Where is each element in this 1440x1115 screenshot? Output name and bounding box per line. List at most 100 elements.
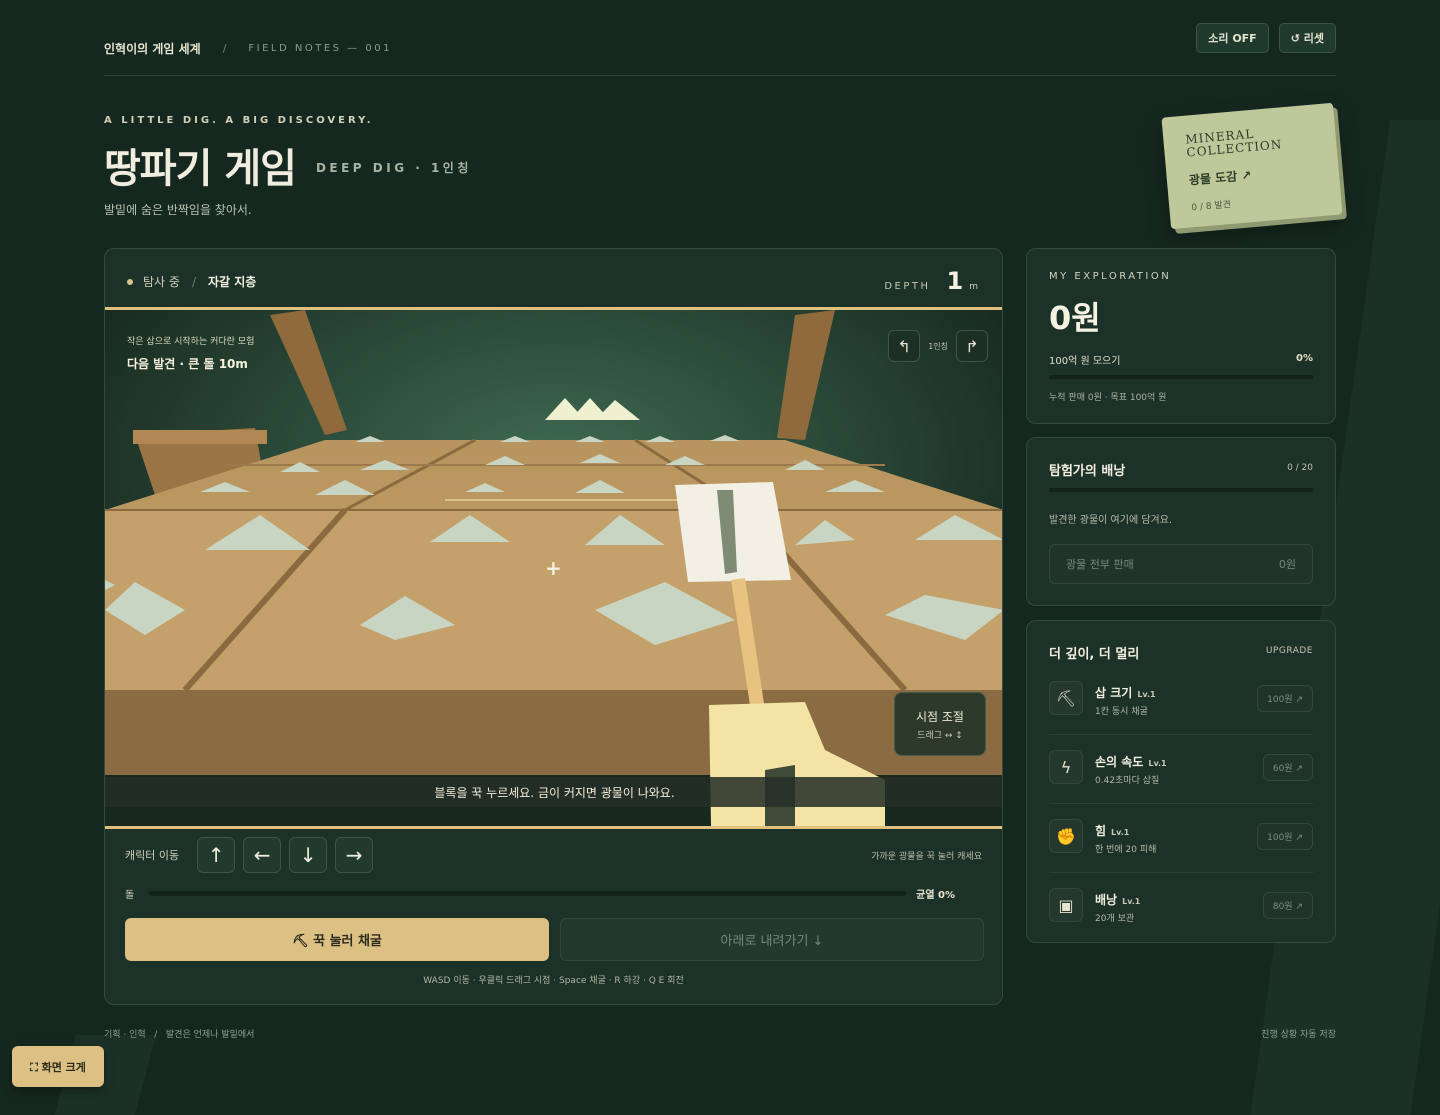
crack-progress: 돌 균열 0% <box>125 885 955 901</box>
sell-all-value: 0원 <box>1278 558 1296 571</box>
footer-credits: 기획 · 인혁 / 발견은 언제나 발밑에서 <box>104 1030 255 1040</box>
mineral-card-title: MINERAL COLLECTION <box>1185 123 1315 160</box>
movement-controls: 캐릭터 이동 ↑ ← ↓ → 가까운 광물을 꾹 눌러 캐세요 <box>125 836 982 874</box>
rotate-right-icon: ↱ <box>965 336 979 356</box>
breadcrumb-separator: / <box>222 42 227 55</box>
block-type-label: 돌 <box>125 889 135 901</box>
sound-toggle-button[interactable]: 소리 OFF <box>1196 23 1269 53</box>
mineral-card-count: 0 / 8 발견 <box>1191 200 1232 214</box>
upgrades-title: 더 깊이, 더 멀리 <box>1049 647 1140 662</box>
crate-lid <box>133 430 267 444</box>
move-hint: 가까운 광물을 꾹 눌러 캐세요 <box>871 851 982 862</box>
upgrade-description: 0.42초마다 삽질 <box>1095 776 1160 786</box>
rotate-left-button[interactable]: ↰ <box>888 330 921 362</box>
status-dot-icon <box>127 278 133 285</box>
backpack-icon: ▣ <box>1049 888 1083 922</box>
sell-all-label: 광물 전부 판매 <box>1066 558 1134 571</box>
move-right-button[interactable]: → <box>335 837 374 873</box>
move-label: 캐릭터 이동 <box>125 849 180 862</box>
upgrade-name: 배낭 Lv.1 <box>1095 891 1140 908</box>
upgrades-tag: UPGRADE <box>1265 646 1313 656</box>
view-adjust-title: 시점 조절 <box>916 709 964 724</box>
backpack-count: 0 / 20 <box>1287 463 1313 473</box>
upgrade-name: 삽 크기 Lv.1 <box>1095 684 1156 701</box>
title-row: 땅파기 게임 DEEP DIG · 1인칭 <box>104 136 472 194</box>
money-value: 0원 <box>1049 299 1101 337</box>
pickaxe-icon: ⛏ <box>1049 681 1083 715</box>
view-mode-label: 1인칭 <box>928 341 948 351</box>
viewport-divider <box>105 826 1002 829</box>
upgrade-level: Lv.1 <box>1122 897 1141 906</box>
move-left-button[interactable]: ← <box>243 837 282 873</box>
upgrade-level: Lv.1 <box>1111 828 1130 837</box>
upgrade-level: Lv.1 <box>1148 759 1167 768</box>
viewport-intro: 작은 삽으로 시작하는 커다란 모험 <box>127 337 255 347</box>
game-viewport[interactable]: 작은 삽으로 시작하는 커다란 모험 다음 발견 · 큰 돌 10m ↰ 1인칭… <box>105 310 1002 826</box>
upgrades-card: 더 깊이, 더 멀리 UPGRADE ⛏ 삽 크기 Lv.1 1칸 동시 채굴 1… <box>1026 620 1336 943</box>
keyboard-hint: WASD 이동 · 우클릭 드래그 시점 · Space 채굴 · R 하강 ·… <box>423 976 684 986</box>
dig-button[interactable]: ⛏ 꾹 눌러 채굴 <box>125 918 549 961</box>
brand-title[interactable]: 인혁이의 게임 세계 <box>104 40 201 57</box>
viewport-info: 작은 삽으로 시작하는 커다란 모험 다음 발견 · 큰 돌 10m <box>127 334 254 372</box>
upgrade-item-power: ✊ 힘 Lv.1 한 번에 20 피해 100원 ↗ <box>1049 804 1313 873</box>
upgrade-name: 힘 Lv.1 <box>1095 822 1129 839</box>
crosshair-icon: + <box>545 556 562 580</box>
crack-progress-bar <box>149 890 907 896</box>
descend-button[interactable]: 아래로 내려가기 ↓ <box>560 918 984 961</box>
exploration-card: MY EXPLORATION 0원 100억 원 모으기 0% 누적 판매 0원… <box>1026 248 1336 424</box>
backpack-description: 발견한 광물이 여기에 담겨요. <box>1049 515 1173 526</box>
mineral-card-link[interactable]: 광물 도감 ↗ <box>1188 160 1317 188</box>
rotate-right-button[interactable]: ↱ <box>956 330 988 362</box>
upgrade-name-text: 손의 속도 <box>1095 755 1144 769</box>
status-layer: 자갈 지층 <box>207 275 257 289</box>
rotate-controls: ↰ 1인칭 ↱ <box>888 330 988 362</box>
move-up-button[interactable]: ↑ <box>197 837 236 873</box>
top-bar: 인혁이의 게임 세계 / FIELD NOTES — 001 소리 OFF ↺ … <box>104 22 1336 76</box>
view-adjust-handle[interactable]: 시점 조절 드래그 ↔ ↕ <box>894 692 986 756</box>
upgrade-name: 손의 속도 Lv.1 <box>1095 753 1167 770</box>
upgrade-name-text: 힘 <box>1095 824 1107 838</box>
money-progress-bar <box>1049 375 1313 379</box>
fullscreen-button[interactable]: ⛶ 화면 크게 <box>12 1046 104 1087</box>
upgrade-description: 한 번에 20 피해 <box>1095 845 1157 855</box>
depth-unit: m <box>969 282 978 292</box>
tagline: A LITTLE DIG. A BIG DISCOVERY. <box>104 115 374 126</box>
upgrade-buy-button[interactable]: 80원 ↗ <box>1262 892 1313 919</box>
top-actions: 소리 OFF ↺ 리셋 <box>1196 23 1336 53</box>
upgrade-description: 1칸 동시 채굴 <box>1095 707 1148 717</box>
upgrade-item-shovel: ⛏ 삽 크기 Lv.1 1칸 동시 채굴 100원 ↗ <box>1049 666 1313 735</box>
fist-icon: ✊ <box>1049 819 1083 853</box>
page-subtitle: DEEP DIG · 1인칭 <box>315 161 472 175</box>
upgrade-name-text: 삽 크기 <box>1095 686 1133 700</box>
mineral-collection-card[interactable]: MINERAL COLLECTION 광물 도감 ↗ 0 / 8 발견 <box>1161 102 1343 230</box>
upgrade-name-text: 배낭 <box>1095 893 1118 907</box>
backpack-progress-bar <box>1049 488 1313 492</box>
backpack-title: 탐험가의 배낭 <box>1049 464 1126 479</box>
page-description: 발밑에 숨은 반짝임을 찾아서. <box>104 203 252 217</box>
dig-hint-bar: 블록을 꾹 누르세요. 금이 커지면 광물이 나와요. <box>105 777 1002 807</box>
money-goal-percent: 0% <box>1296 353 1313 364</box>
upgrade-buy-button[interactable]: 100원 ↗ <box>1257 823 1313 850</box>
view-adjust-hint: 드래그 ↔ ↕ <box>917 730 963 741</box>
game-panel: 탐사 중 / 자갈 지층 DEPTH 1 m 작은 삽으로 시작하는 커다란 모… <box>104 248 1003 1005</box>
game-header: 탐사 중 / 자갈 지층 DEPTH 1 m <box>105 249 1002 310</box>
move-down-button[interactable]: ↓ <box>289 837 328 873</box>
status-exploring: 탐사 중 <box>143 275 180 289</box>
sell-all-button[interactable]: 광물 전부 판매 0원 <box>1049 544 1313 584</box>
crack-percent: 균열 0% <box>916 889 955 901</box>
page-title: 땅파기 게임 <box>104 146 297 192</box>
reset-button[interactable]: ↺ 리셋 <box>1278 23 1336 53</box>
field-notes-label: FIELD NOTES — 001 <box>248 43 392 54</box>
backpack-card: 탐험가의 배낭 0 / 20 발견한 광물이 여기에 담겨요. 광물 전부 판매… <box>1026 437 1336 606</box>
autosave-note: 진행 상황 자동 저장 <box>1261 1030 1336 1040</box>
depth-readout: DEPTH 1 m <box>884 267 978 295</box>
upgrade-level: Lv.1 <box>1137 690 1156 699</box>
upgrade-buy-button[interactable]: 60원 ↗ <box>1262 754 1313 781</box>
upgrade-buy-button[interactable]: 100원 ↗ <box>1257 685 1313 712</box>
upgrade-item-speed: ϟ 손의 속도 Lv.1 0.42초마다 삽질 60원 ↗ <box>1049 735 1313 804</box>
exploration-label: MY EXPLORATION <box>1049 271 1172 282</box>
viewport-next-goal: 다음 발견 · 큰 돌 10m <box>127 357 248 371</box>
rotate-left-icon: ↰ <box>897 336 911 356</box>
lightning-icon: ϟ <box>1049 750 1083 784</box>
money-goal: 100억 원 모으기 <box>1049 356 1121 367</box>
